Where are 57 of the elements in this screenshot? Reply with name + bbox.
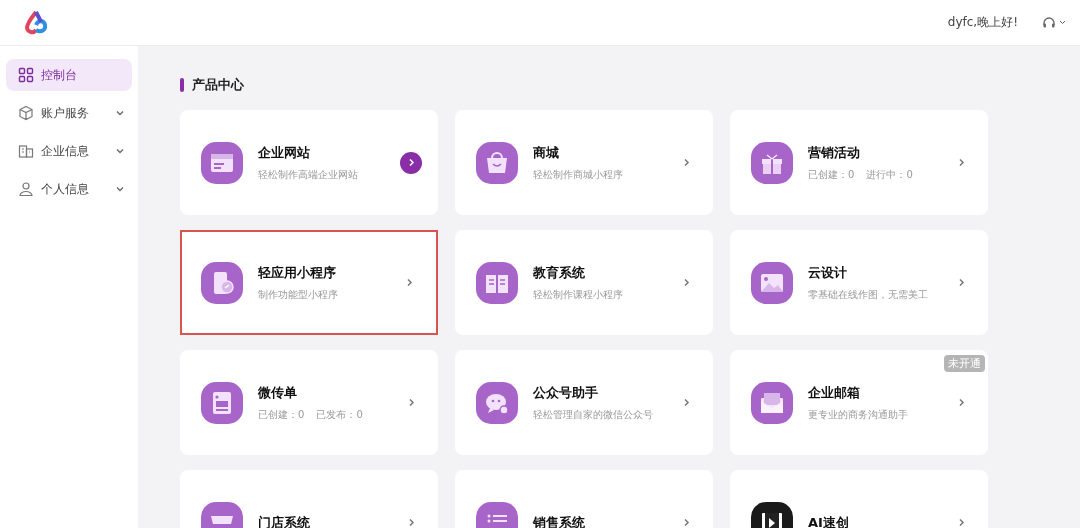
card-description: 轻松管理自家的微信公众号: [533, 407, 654, 422]
product-icon: [200, 140, 244, 185]
product-card[interactable]: 微传单 已创建：0 已发布：0: [180, 350, 438, 455]
product-icon: [750, 380, 794, 425]
card-description: 已创建：0: [808, 167, 855, 182]
product-card[interactable]: 教育系统 轻松制作课程小程序: [455, 230, 713, 335]
product-icon: [475, 260, 519, 305]
product-card[interactable]: 企业网站 轻松制作高端企业网站: [180, 110, 438, 215]
product-icon: [750, 140, 794, 185]
product-card[interactable]: 轻应用小程序 制作功能型小程序: [180, 230, 438, 335]
product-card[interactable]: 云设计 零基础在线作图，无需美工: [730, 230, 988, 335]
sidebar-item[interactable]: 账户服务: [6, 97, 132, 129]
product-icon: [475, 140, 519, 185]
card-description: 轻松制作课程小程序: [533, 287, 624, 302]
product-icon: [200, 260, 244, 305]
card-title: 门店系统: [258, 513, 311, 528]
card-description: 更专业的商务沟通助手: [808, 407, 909, 422]
product-card[interactable]: 营销活动 已创建：0 进行中：0: [730, 110, 988, 215]
grid-icon: [18, 67, 34, 83]
card-description: 轻松制作高端企业网站: [258, 167, 359, 182]
greeting-text: dyfc,晚上好!: [947, 14, 1018, 31]
product-card[interactable]: 销售系统: [455, 470, 713, 528]
card-title: 企业邮箱: [808, 383, 861, 402]
card-description: 轻松制作商城小程序: [533, 167, 624, 182]
sidebar-item[interactable]: 控制台: [6, 59, 132, 91]
card-title: 云设计: [808, 263, 848, 282]
card-title: 商城: [533, 143, 560, 162]
product-icon: [750, 260, 794, 305]
card-description: 已发布：0: [316, 407, 363, 422]
sidebar-item[interactable]: 企业信息: [6, 135, 132, 167]
headset-icon[interactable]: [1042, 15, 1066, 30]
card-title: 销售系统: [533, 513, 586, 528]
status-badge: 未开通: [944, 355, 985, 372]
card-title: 公众号助手: [533, 383, 599, 402]
card-title: AI速创: [808, 513, 850, 528]
product-card[interactable]: AI速创: [730, 470, 988, 528]
cube-icon: [18, 105, 34, 121]
card-title: 轻应用小程序: [258, 263, 337, 282]
card-title: 微传单: [258, 383, 298, 402]
product-icon: [475, 380, 519, 425]
card-description: 零基础在线作图，无需美工: [808, 287, 929, 302]
product-card[interactable]: 企业邮箱 更专业的商务沟通助手 未开通: [730, 350, 988, 455]
card-description: 制作功能型小程序: [258, 287, 339, 302]
card-title: 教育系统: [533, 263, 586, 282]
user-icon: [18, 181, 34, 197]
card-description: 进行中：0: [866, 167, 913, 182]
product-card[interactable]: 公众号助手 轻松管理自家的微信公众号: [455, 350, 713, 455]
section-title: 产品中心: [192, 76, 244, 94]
sidebar-item[interactable]: 个人信息: [6, 173, 132, 205]
logo-icon: [22, 8, 50, 37]
product-card[interactable]: 门店系统: [180, 470, 438, 528]
product-card[interactable]: 商城 轻松制作商城小程序: [455, 110, 713, 215]
card-title: 企业网站: [258, 143, 311, 162]
product-icon: [200, 380, 244, 425]
card-title: 营销活动: [808, 143, 861, 162]
building-icon: [18, 143, 34, 159]
card-description: 已创建：0: [258, 407, 305, 422]
